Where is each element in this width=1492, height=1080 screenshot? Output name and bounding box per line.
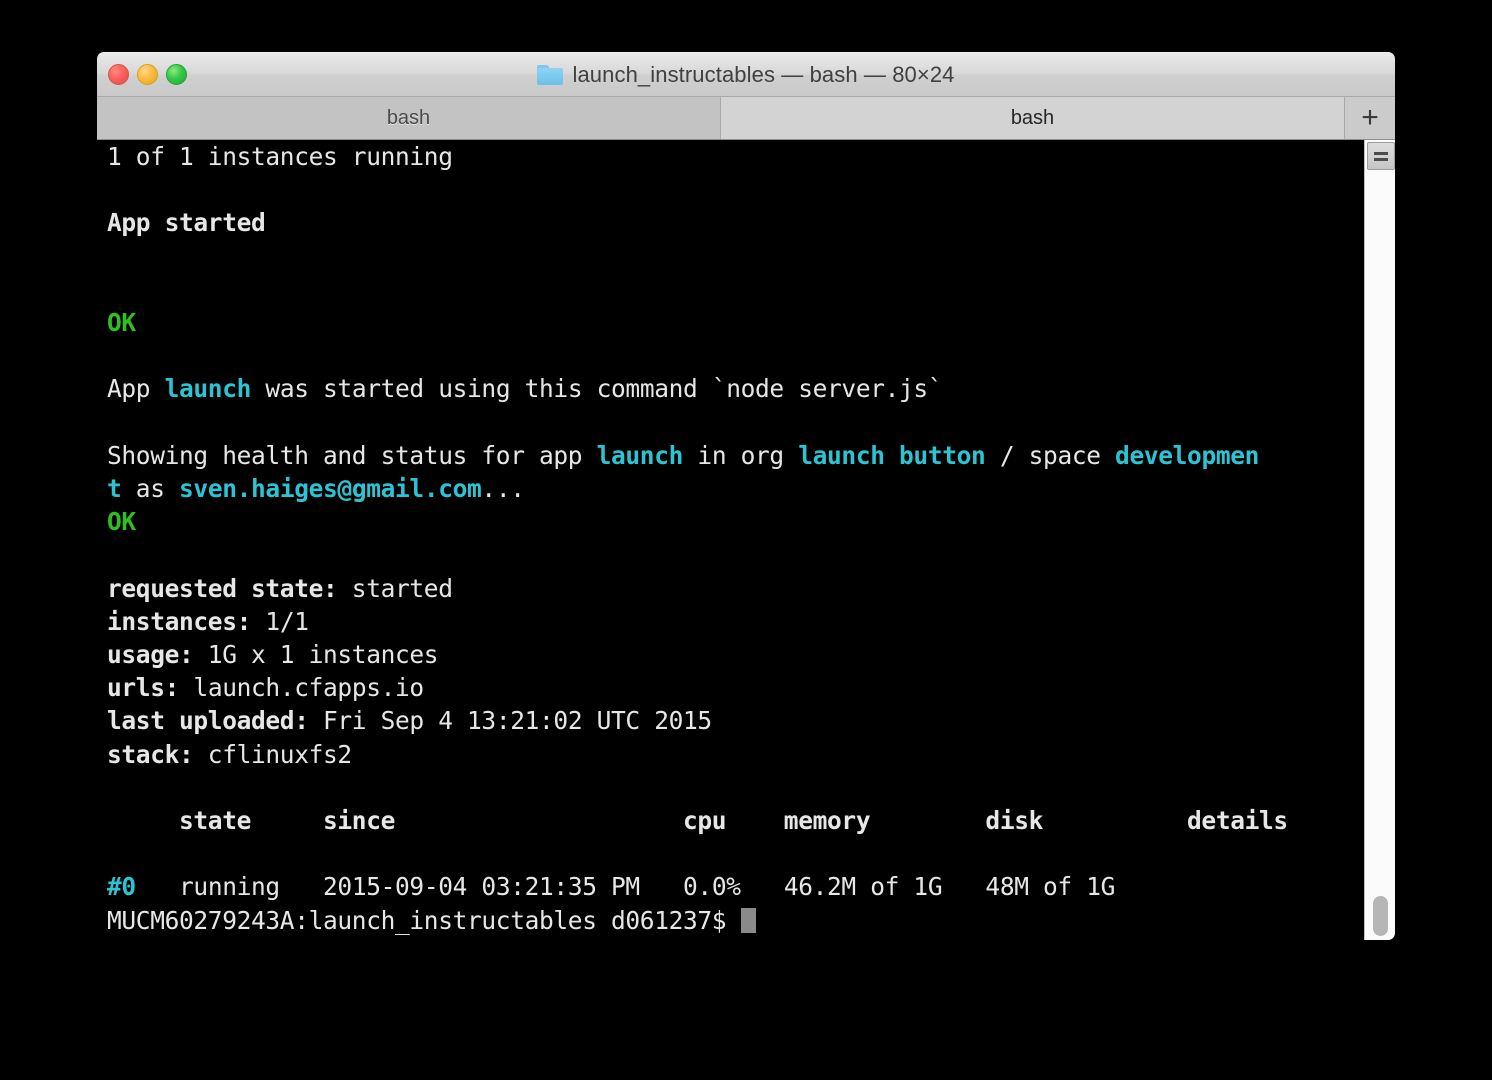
line-stack: stack: cflinuxfs2 <box>107 739 352 769</box>
line-requested-state: requested state: started <box>107 573 453 603</box>
terminal-body[interactable]: 1 of 1 instances running App started OK … <box>97 140 1395 940</box>
line-ok-1: OK <box>107 308 136 338</box>
line-blank-3 <box>107 273 1365 306</box>
line-app-launch-command: App launch was started using this comman… <box>107 374 943 404</box>
plus-icon: + <box>1361 101 1379 134</box>
line-blank-5 <box>107 406 1365 439</box>
line-table-header: state since cpu memory disk details <box>107 806 1288 836</box>
line-showing-health-2: t as sven.haiges@gmail.com... <box>107 474 525 504</box>
close-button[interactable] <box>108 64 129 85</box>
folder-icon <box>537 64 564 85</box>
line-instance-row-0: #0 running 2015-09-04 03:21:35 PM 0.0% 4… <box>107 872 1116 902</box>
window-title-text: launch_instructables — bash — 80×24 <box>572 61 955 87</box>
line-blank-1 <box>107 173 1365 206</box>
tab-label: bash <box>1010 106 1055 129</box>
window-title: launch_instructables — bash — 80×24 <box>537 62 954 88</box>
tab-label: bash <box>386 106 431 129</box>
terminal-output: 1 of 1 instances running App started OK … <box>107 140 1365 937</box>
marks-icon[interactable] <box>1367 142 1395 170</box>
tab-bash-2[interactable]: bash <box>721 97 1345 139</box>
zoom-button[interactable] <box>166 64 187 85</box>
minimize-button[interactable] <box>137 64 158 85</box>
line-blank-4 <box>107 339 1365 372</box>
line-ok-2: OK <box>107 507 136 537</box>
tab-bash-1[interactable]: bash <box>97 97 721 139</box>
terminal-window[interactable]: launch_instructables — bash — 80×24 bash… <box>97 52 1395 940</box>
line-blank-8 <box>107 837 1365 870</box>
scrollbar-thumb[interactable] <box>1373 896 1388 936</box>
line-blank-6 <box>107 538 1365 571</box>
window-controls <box>108 53 187 96</box>
title-bar[interactable]: launch_instructables — bash — 80×24 <box>97 52 1395 97</box>
tab-bar[interactable]: bash bash + <box>97 97 1395 140</box>
line-last-uploaded: last uploaded: Fri Sep 4 13:21:02 UTC 20… <box>107 706 712 736</box>
line-urls: urls: launch.cfapps.io <box>107 673 424 703</box>
line-showing-health-1: Showing health and status for app launch… <box>107 440 1260 470</box>
terminal-scrollbar[interactable] <box>1364 140 1395 940</box>
line-blank-7 <box>107 771 1365 804</box>
line-instances: instances: 1/1 <box>107 606 309 636</box>
terminal-cursor <box>740 907 756 933</box>
line-app-started: App started <box>107 208 266 238</box>
line-prompt: MUCM60279243A:launch_instructables d0612… <box>107 904 1365 937</box>
line-instances-running: 1 of 1 instances running <box>107 142 453 171</box>
line-blank-2 <box>107 240 1365 273</box>
new-tab-button[interactable]: + <box>1345 97 1395 139</box>
line-usage: usage: 1G x 1 instances <box>107 640 439 670</box>
